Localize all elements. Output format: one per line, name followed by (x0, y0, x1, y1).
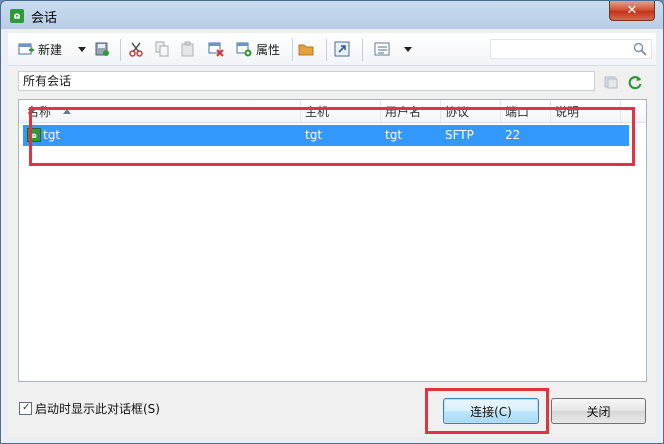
checkbox-box[interactable]: ✓ (19, 402, 32, 415)
new-session-label: 新建 (38, 42, 63, 57)
window-title: 会话 (31, 11, 58, 26)
properties-button[interactable]: 属性 (236, 38, 280, 60)
column-header-host[interactable]: 主机 (305, 103, 329, 120)
column-divider[interactable] (500, 100, 501, 122)
cell-port: 22 (505, 128, 521, 142)
column-divider[interactable] (620, 100, 621, 122)
chevron-down-icon (78, 46, 86, 52)
column-header-port[interactable]: 端口 (505, 103, 529, 120)
shortcut-button[interactable] (334, 38, 350, 60)
close-button[interactable]: 关闭 (551, 398, 646, 424)
new-session-dropdown[interactable] (78, 38, 86, 60)
column-divider[interactable] (300, 100, 301, 122)
title-bar[interactable]: ɷ 会话 ✕ (1, 1, 663, 29)
session-list[interactable]: 名称 主机 用户名 协议 端口 说明 ɷ tgt tgt tgt SFTP 22 (18, 99, 647, 382)
refresh-icon[interactable] (627, 74, 643, 90)
list-view-icon (374, 41, 390, 57)
save-session-button[interactable] (94, 38, 110, 60)
view-mode-button[interactable] (374, 38, 390, 60)
column-header-description[interactable]: 说明 (555, 103, 579, 120)
toolbar-separator (292, 39, 293, 61)
session-dialog: ɷ 会话 ✕ 新建 属性 所有会话 名称 主机 用户名 协议 端口 说明 ɷ t… (0, 0, 664, 444)
column-divider[interactable] (440, 100, 441, 122)
toolbar: 新建 属性 (8, 33, 656, 66)
column-divider[interactable] (550, 100, 551, 122)
column-header-protocol[interactable]: 协议 (445, 103, 469, 120)
show-on-startup-checkbox[interactable]: ✓ 启动时显示此对话框(S) (19, 400, 160, 417)
app-logo-icon: ɷ (10, 9, 24, 23)
shortcut-arrow-icon (334, 41, 350, 57)
window-close-button[interactable]: ✕ (609, 1, 655, 21)
checkmark-icon: ✓ (22, 402, 31, 413)
session-row-tgt[interactable]: ɷ tgt tgt tgt SFTP 22 (23, 125, 629, 146)
properties-icon (236, 41, 252, 57)
folder-up-icon[interactable] (604, 75, 618, 89)
copy-button[interactable] (154, 38, 170, 60)
search-icon[interactable] (633, 42, 647, 56)
sftp-session-icon: ɷ (27, 128, 41, 142)
cell-host: tgt (305, 128, 323, 142)
cell-name: tgt (43, 128, 61, 142)
cell-username: tgt (385, 128, 403, 142)
new-session-icon (18, 41, 34, 57)
show-on-startup-label: 启动时显示此对话框(S) (35, 402, 160, 416)
chevron-down-icon (404, 46, 412, 52)
save-icon (94, 41, 110, 57)
paste-icon (180, 41, 196, 57)
column-divider[interactable] (380, 100, 381, 122)
properties-label: 属性 (256, 42, 281, 57)
delete-icon (208, 41, 224, 57)
cell-protocol: SFTP (445, 128, 474, 142)
cut-button[interactable] (128, 38, 144, 60)
session-path-field[interactable]: 所有会话 (18, 71, 595, 91)
toolbar-separator (120, 39, 121, 61)
paste-button[interactable] (180, 38, 196, 60)
copy-icon (154, 41, 170, 57)
toolbar-separator (326, 39, 327, 61)
toolbar-separator (362, 39, 363, 61)
search-input[interactable] (490, 39, 652, 59)
list-header: 名称 主机 用户名 协议 端口 说明 (19, 100, 646, 123)
sort-ascending-icon (63, 109, 71, 114)
new-session-button[interactable]: 新建 (18, 38, 62, 60)
open-folder-button[interactable] (298, 38, 314, 60)
view-mode-dropdown[interactable] (404, 38, 412, 60)
folder-icon (298, 41, 314, 57)
column-header-username[interactable]: 用户名 (385, 103, 421, 120)
cut-icon (128, 41, 144, 57)
column-header-name[interactable]: 名称 (27, 103, 51, 120)
delete-button[interactable] (208, 38, 224, 60)
connect-button[interactable]: 连接(C) (443, 398, 539, 424)
